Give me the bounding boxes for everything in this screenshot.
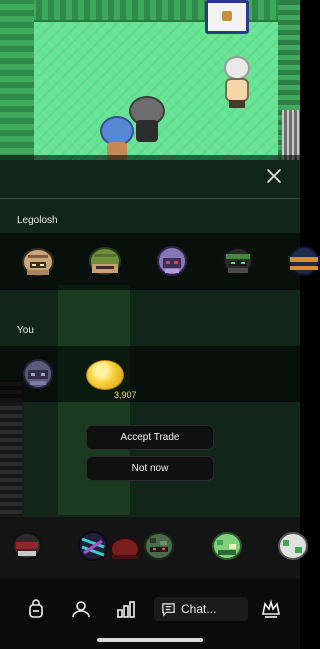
coin-disc [86, 360, 124, 390]
chat-button[interactable]: Chat... [154, 597, 248, 621]
beige-helmet-icon[interactable] [19, 242, 57, 280]
accept-trade-button[interactable]: Accept Trade [86, 425, 214, 450]
not-now-button[interactable]: Not now [86, 456, 214, 481]
treasure-chest[interactable] [205, 0, 249, 34]
backpack-icon[interactable] [25, 598, 47, 620]
orange-navy-helmet-icon[interactable] [285, 242, 320, 280]
green-helmet-icon[interactable] [208, 527, 246, 565]
player-body [136, 120, 158, 142]
divider [0, 198, 300, 199]
chat-icon [162, 602, 175, 617]
trade-partner-name: Legolosh [17, 215, 58, 226]
hedge-top [0, 0, 300, 22]
green-ninja-mask-icon[interactable] [219, 242, 257, 280]
crown-icon[interactable] [260, 598, 282, 620]
green-helmet-icon[interactable] [86, 242, 124, 280]
bottom-nav-bar: Chat... [0, 579, 300, 649]
purple-hood-icon[interactable] [153, 242, 191, 280]
hedge-left [0, 0, 34, 160]
profile-icon[interactable] [70, 598, 92, 620]
npc-head [224, 56, 250, 80]
red-cap-icon[interactable] [106, 531, 144, 569]
chat-label: Chat... [181, 602, 217, 616]
railing [282, 110, 300, 160]
gold-coin-icon[interactable] [84, 358, 126, 392]
npc-character[interactable] [222, 56, 252, 108]
npc-legs [229, 100, 245, 108]
camo-mask-icon[interactable] [140, 527, 178, 565]
red-visor-helmet-icon[interactable] [8, 527, 46, 565]
stats-icon[interactable] [115, 598, 137, 620]
home-indicator[interactable] [97, 638, 203, 642]
white-green-helmet-icon[interactable] [274, 527, 312, 565]
coin-amount: 3,907 [114, 390, 137, 400]
close-icon[interactable] [265, 167, 283, 185]
you-label: You [17, 325, 34, 336]
inventory-bar [0, 517, 308, 579]
dark-hood-icon[interactable] [19, 355, 57, 393]
npc-body [225, 78, 249, 102]
